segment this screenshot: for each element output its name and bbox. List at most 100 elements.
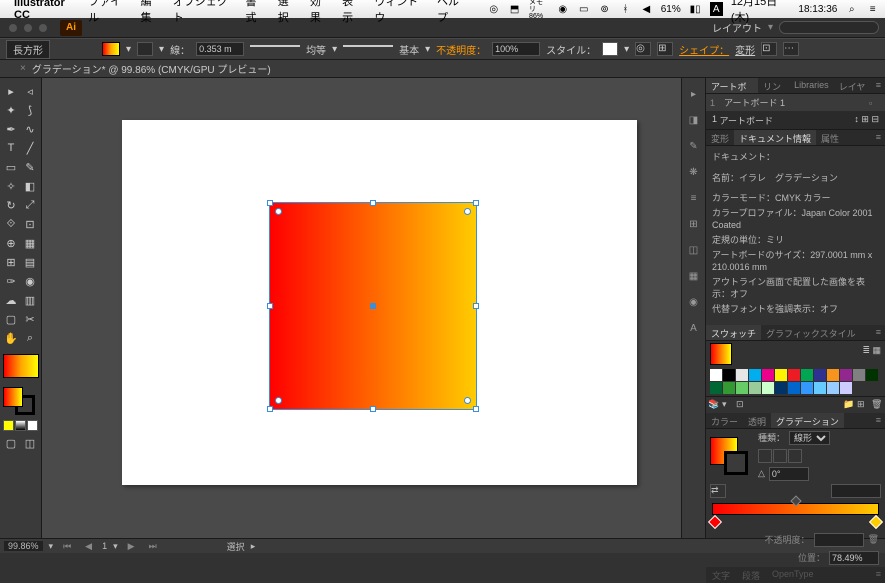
eyedropper-tool[interactable]: ✑ bbox=[2, 272, 20, 290]
artboard-list-item[interactable]: 1 アートボード 1 ▫ bbox=[706, 94, 885, 112]
brush-tool[interactable]: ✎ bbox=[21, 158, 39, 176]
swatch[interactable] bbox=[749, 369, 761, 381]
app-name[interactable]: Illustrator CC bbox=[14, 0, 78, 21]
fill-dropdown-icon[interactable]: ▾ bbox=[126, 44, 131, 55]
free-transform-tool[interactable]: ⊡ bbox=[21, 215, 39, 233]
swatch-options-icon[interactable]: ⊡ bbox=[736, 399, 748, 411]
nav-next-icon[interactable]: ▶ bbox=[124, 541, 139, 552]
screen-mode-icon[interactable]: ▢ bbox=[2, 434, 20, 452]
swatch[interactable] bbox=[710, 369, 722, 381]
zoom-dropdown-icon[interactable]: ▾ bbox=[49, 541, 54, 552]
swatch[interactable] bbox=[775, 369, 787, 381]
nav-dropdown-icon[interactable]: ▾ bbox=[113, 541, 118, 552]
document-tab-title[interactable]: グラデーション* @ 99.86% (CMYK/GPU プレビュー) bbox=[32, 61, 271, 76]
swatch[interactable] bbox=[788, 382, 800, 394]
stroke-weight-input[interactable] bbox=[196, 42, 244, 56]
align-icon[interactable]: ⊞ bbox=[657, 42, 673, 56]
align-panel-icon[interactable]: ⊞ bbox=[686, 216, 702, 232]
stroke-profile-preview[interactable] bbox=[250, 45, 300, 53]
style-swatch[interactable] bbox=[602, 42, 618, 56]
curvature-tool[interactable]: ∿ bbox=[21, 120, 39, 138]
gradient-stroke-preview[interactable] bbox=[724, 451, 748, 475]
transparency-icon[interactable]: ▦ bbox=[686, 268, 702, 284]
shape-builder-tool[interactable]: ⊕ bbox=[2, 234, 20, 252]
draw-mode-icon[interactable]: ◫ bbox=[21, 434, 39, 452]
swatch[interactable] bbox=[853, 369, 865, 381]
opacity-input[interactable] bbox=[492, 42, 540, 56]
artboard-nav-num[interactable]: 1 bbox=[102, 541, 107, 551]
swatch[interactable] bbox=[840, 369, 852, 381]
recolor-icon[interactable]: ◎ bbox=[635, 42, 651, 56]
fill-stroke-indicator[interactable] bbox=[3, 387, 39, 415]
delete-swatch-icon[interactable]: 🗑 bbox=[871, 399, 883, 411]
panel-buttons[interactable]: ↕ ⊞ ⊟ bbox=[854, 114, 879, 127]
shape-link[interactable]: シェイプ： bbox=[679, 42, 729, 57]
gradient-type-select[interactable]: 線形 bbox=[789, 431, 830, 445]
wifi-icon[interactable]: ⊚ bbox=[598, 2, 611, 16]
swatch[interactable] bbox=[736, 369, 748, 381]
swatch[interactable] bbox=[749, 382, 761, 394]
swatch[interactable] bbox=[801, 369, 813, 381]
menu-view[interactable]: 表示 bbox=[342, 0, 362, 25]
volume-icon[interactable]: ◀ bbox=[640, 2, 653, 16]
brush-basic[interactable]: 基本 bbox=[399, 42, 419, 57]
tab-opentype[interactable]: OpenType bbox=[766, 567, 820, 583]
menubar-time[interactable]: 18:13:36 bbox=[798, 4, 837, 15]
swatch-kind-icon[interactable]: ▾ bbox=[722, 399, 734, 411]
zoom-level[interactable]: 99.86% bbox=[4, 541, 43, 551]
canvas[interactable] bbox=[42, 78, 681, 538]
zoom-tool[interactable]: ⌕ bbox=[21, 329, 39, 347]
brushes-icon[interactable]: ✎ bbox=[686, 138, 702, 154]
selection-tool[interactable]: ▸ bbox=[2, 82, 20, 100]
gradient-tool[interactable]: ▤ bbox=[21, 253, 39, 271]
dropdown-icon[interactable]: ▾ bbox=[425, 44, 430, 55]
tab-character[interactable]: 文字 bbox=[706, 567, 736, 583]
swatch[interactable] bbox=[801, 382, 813, 394]
input-icon[interactable]: A bbox=[710, 2, 723, 16]
battery-percent[interactable]: 61% bbox=[661, 4, 681, 15]
new-group-icon[interactable]: 📁 bbox=[843, 399, 855, 411]
swatch[interactable] bbox=[723, 382, 735, 394]
resize-handle[interactable] bbox=[267, 406, 273, 412]
shaper-tool[interactable]: ✧ bbox=[2, 177, 20, 195]
memory-indicator[interactable]: メモリ86% bbox=[529, 0, 548, 20]
dropdown-icon[interactable]: ▾ bbox=[624, 44, 629, 55]
artboard-tool[interactable]: ▢ bbox=[2, 310, 20, 328]
display-icon[interactable]: ▭ bbox=[577, 2, 590, 16]
tab-swatches[interactable]: スウォッチ bbox=[706, 325, 761, 340]
tab-graphicstyles[interactable]: グラフィックスタイル bbox=[761, 325, 861, 340]
artboard-options-icon[interactable]: ▫ bbox=[869, 98, 881, 108]
new-swatch-icon[interactable]: ⊞ bbox=[857, 399, 869, 411]
resize-handle[interactable] bbox=[267, 200, 273, 206]
width-tool[interactable]: ⟐ bbox=[2, 215, 20, 233]
swatch[interactable] bbox=[762, 369, 774, 381]
tab-attributes[interactable]: 属性 bbox=[816, 130, 844, 145]
window-controls[interactable] bbox=[0, 23, 56, 33]
panel-menu-icon[interactable]: ≡ bbox=[872, 325, 885, 340]
slice-tool[interactable]: ✂ bbox=[21, 310, 39, 328]
nav-last-icon[interactable]: ⏭ bbox=[145, 541, 161, 552]
tab-gradient[interactable]: グラデーション bbox=[771, 413, 844, 428]
close-tab-icon[interactable]: × bbox=[20, 63, 26, 74]
gradient-stop[interactable] bbox=[708, 514, 722, 528]
resize-handle[interactable] bbox=[473, 200, 479, 206]
symbols-icon[interactable]: ❋ bbox=[686, 164, 702, 180]
menu-file[interactable]: ファイル bbox=[88, 0, 128, 25]
scale-tool[interactable]: ⤢ bbox=[21, 196, 39, 214]
menu-help[interactable]: ヘルプ bbox=[437, 0, 467, 25]
status-dropdown-icon[interactable]: ▸ bbox=[251, 541, 256, 552]
isolate-icon[interactable]: ⊡ bbox=[761, 42, 777, 56]
perspective-tool[interactable]: ▦ bbox=[21, 234, 39, 252]
stop-opacity-input[interactable] bbox=[814, 533, 864, 547]
panel-menu-icon[interactable]: ≡ bbox=[872, 413, 885, 428]
swatch[interactable] bbox=[866, 369, 878, 381]
tab-transform[interactable]: 変形 bbox=[706, 130, 734, 145]
dropdown-icon[interactable]: ▾ bbox=[332, 44, 337, 55]
lasso-tool[interactable]: ⟆ bbox=[21, 101, 39, 119]
delete-stop-icon[interactable]: 🗑 bbox=[868, 534, 879, 545]
tab-artboards[interactable]: アートボード bbox=[706, 78, 758, 93]
appearance-icon[interactable]: ◉ bbox=[686, 294, 702, 310]
tab-links[interactable]: リンク bbox=[758, 78, 789, 93]
mesh-tool[interactable]: ⊞ bbox=[2, 253, 20, 271]
notif-icon[interactable]: ≡ bbox=[866, 2, 879, 16]
